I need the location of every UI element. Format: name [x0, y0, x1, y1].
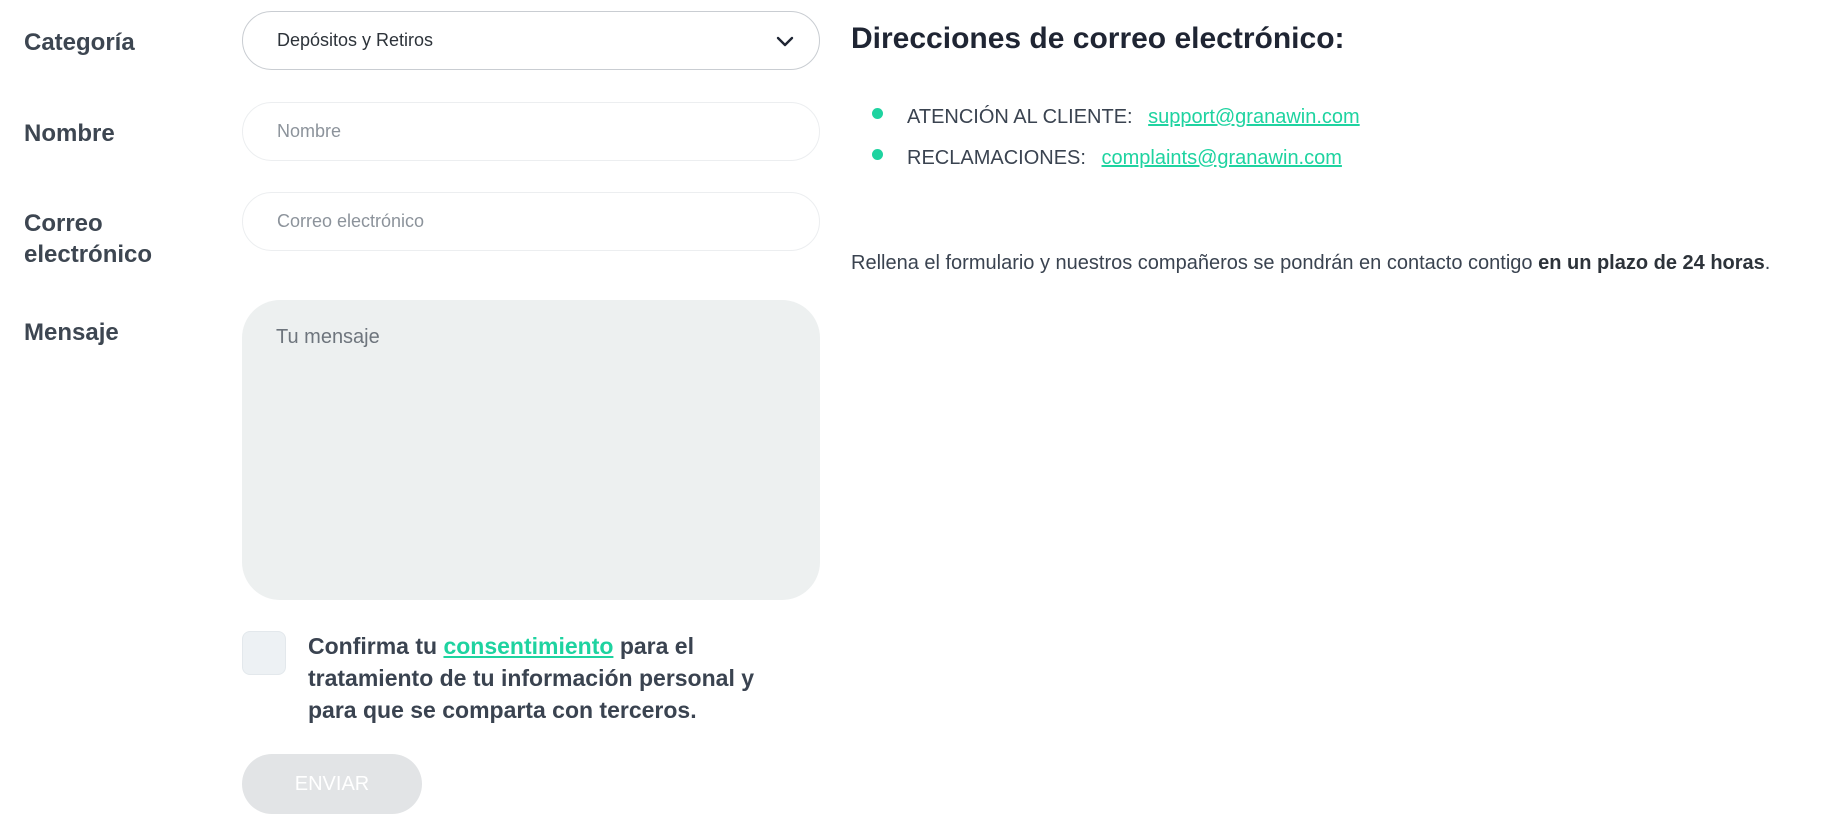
response-note: Rellena el formulario y nuestros compañe…	[851, 252, 1770, 275]
list-item: ATENCIÓN AL CLIENTE: support@granawin.co…	[851, 100, 1360, 141]
submit-button[interactable]: ENVIAR	[242, 754, 422, 814]
contact-heading: Direcciones de correo electrónico:	[851, 22, 1345, 55]
message-label: Mensaje	[24, 319, 119, 346]
message-textarea[interactable]	[242, 300, 820, 600]
email-label: Correo electrónico	[24, 208, 152, 270]
contact-page: Categoría Depósitos y Retiros Nombre Cor…	[0, 0, 1845, 829]
bullet-dot-icon	[872, 149, 883, 160]
consent-text: Confirma tu consentimiento para el trata…	[308, 630, 788, 726]
bullet-dot-icon	[872, 108, 883, 119]
name-label: Nombre	[24, 120, 115, 147]
consent-prefix: Confirma tu	[308, 633, 438, 659]
consent-checkbox[interactable]	[242, 631, 286, 675]
email-list: ATENCIÓN AL CLIENTE: support@granawin.co…	[851, 100, 1360, 182]
list-item: RECLAMACIONES: complaints@granawin.com	[851, 141, 1360, 182]
chevron-down-icon	[776, 36, 794, 47]
email-label-line1: Correo	[24, 210, 103, 237]
email-label-line2: electrónico	[24, 241, 153, 268]
note-text: Rellena el formulario y nuestros compañe…	[851, 252, 1533, 274]
support-email-link[interactable]: support@granawin.com	[1148, 106, 1360, 128]
email-label: ATENCIÓN AL CLIENTE:	[907, 106, 1133, 128]
name-input[interactable]	[242, 102, 820, 161]
category-label: Categoría	[24, 29, 135, 56]
category-select[interactable]: Depósitos y Retiros	[242, 11, 820, 70]
category-selected-value: Depósitos y Retiros	[277, 30, 434, 50]
note-end: .	[1764, 252, 1771, 274]
consent-link[interactable]: consentimiento	[443, 633, 613, 659]
note-emphasis: en un plazo de 24 horas	[1538, 252, 1765, 274]
complaints-email-link[interactable]: complaints@granawin.com	[1102, 147, 1342, 169]
email-input[interactable]	[242, 192, 820, 251]
email-label: RECLAMACIONES:	[907, 147, 1086, 169]
